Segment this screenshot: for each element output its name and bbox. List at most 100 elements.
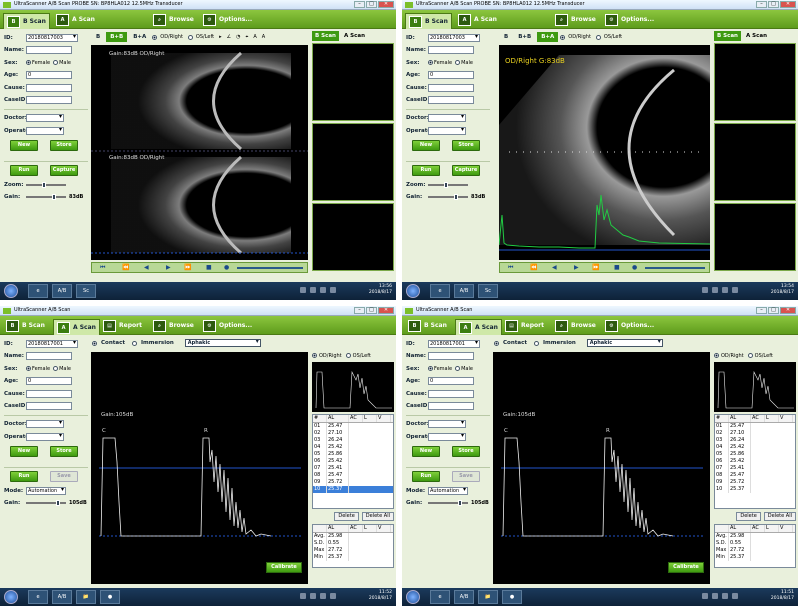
table-row[interactable]: 05 25.86 <box>313 451 393 458</box>
caseid-field[interactable] <box>428 402 474 410</box>
delete-all-button[interactable]: Delete All <box>361 512 394 521</box>
male-radio[interactable] <box>53 60 59 65</box>
view-tab-b[interactable]: B <box>92 32 104 42</box>
tab-options[interactable]: ⚙ Options... <box>200 12 255 27</box>
new-button[interactable]: New <box>10 446 38 457</box>
table-row[interactable]: 06 25.42 <box>313 458 393 465</box>
operator-select[interactable] <box>428 126 466 135</box>
view-tab-b-plus-a[interactable]: B+A <box>537 32 559 42</box>
capture-button[interactable]: Capture <box>452 165 480 176</box>
tab-a-scan[interactable]: AA Scan <box>53 12 98 27</box>
zoom-slider[interactable] <box>26 181 66 188</box>
cause-field[interactable] <box>428 83 474 92</box>
table-row[interactable]: 04 25.42 <box>715 444 795 451</box>
cause-field[interactable] <box>428 389 474 398</box>
age-field[interactable]: 0 <box>26 377 72 385</box>
tray-icon[interactable] <box>702 287 708 293</box>
close-button[interactable]: ✕ <box>378 307 394 314</box>
female-radio[interactable] <box>428 60 433 65</box>
table-row[interactable]: 09 25.72 <box>313 479 393 486</box>
taskbar-ab-scan[interactable]: A/B <box>454 590 474 604</box>
tray-icon[interactable] <box>722 593 728 599</box>
table-row[interactable]: 08 25.47 <box>715 472 795 479</box>
calibrate-button[interactable]: Calibrate <box>668 562 704 573</box>
delete-button[interactable]: Delete <box>736 512 761 521</box>
close-button[interactable]: ✕ <box>780 1 796 8</box>
taskbar-ie[interactable]: e <box>28 284 48 298</box>
maximize-button[interactable]: □ <box>768 307 779 314</box>
lens-select[interactable]: Aphakic <box>586 339 663 347</box>
os-radio[interactable] <box>595 34 601 40</box>
id-select[interactable]: 20180817003 <box>428 33 480 42</box>
ascan-waveform[interactable]: Gain:105dB C R <box>493 352 710 584</box>
tray-icon[interactable] <box>300 287 306 293</box>
male-radio[interactable] <box>455 60 461 65</box>
cause-field[interactable] <box>26 389 72 398</box>
name-field[interactable] <box>26 46 72 54</box>
minimize-button[interactable]: – <box>354 307 365 314</box>
tab-options[interactable]: ⚙ Options... <box>602 318 657 333</box>
record-icon[interactable]: ● <box>632 264 637 272</box>
caseid-field[interactable] <box>428 96 474 104</box>
play-icon[interactable]: ▶ <box>574 264 579 272</box>
table-row[interactable]: 01 25.47 <box>715 423 795 430</box>
operator-select[interactable] <box>428 432 466 441</box>
doctor-select[interactable] <box>428 420 466 428</box>
start-button[interactable] <box>4 590 18 604</box>
male-radio[interactable] <box>53 366 59 371</box>
immersion-radio[interactable] <box>131 340 137 346</box>
gain-slider[interactable] <box>26 194 66 200</box>
tab-b-scan[interactable]: BB Scan <box>3 318 48 333</box>
thumbnail-2[interactable] <box>714 123 796 201</box>
tab-b-scan[interactable]: BB Scan <box>3 13 50 29</box>
table-row[interactable]: 10 25.37 <box>715 486 795 493</box>
age-field[interactable]: 0 <box>26 71 72 79</box>
tray-icon[interactable] <box>732 593 738 599</box>
tab-options[interactable]: ⚙ Options... <box>200 318 255 333</box>
immersion-radio[interactable] <box>533 340 539 346</box>
tray-icon[interactable] <box>320 593 326 599</box>
name-field[interactable] <box>26 352 72 360</box>
tab-options[interactable]: ⚙ Options... <box>602 12 657 27</box>
play-icon[interactable]: ▶ <box>166 264 171 272</box>
male-radio[interactable] <box>455 366 461 371</box>
thumbnail-3[interactable] <box>312 203 394 271</box>
ascan-thumbnail[interactable] <box>312 362 394 412</box>
taskbar-app-3[interactable]: Sc <box>76 284 96 298</box>
id-select[interactable]: 20180817001 <box>26 339 78 348</box>
first-frame-icon[interactable]: ⏮ <box>508 264 513 272</box>
bscan-ba-image[interactable]: OD/Right G:83dB <box>498 45 711 260</box>
tab-a-scan[interactable]: AA Scan <box>455 12 500 27</box>
step-back-icon[interactable]: ◀ <box>144 264 149 272</box>
tray-icon[interactable] <box>330 593 336 599</box>
clock[interactable]: 11:51 2018/8/17 <box>771 590 794 602</box>
area-tool-icon[interactable]: ◔ <box>236 34 240 40</box>
tray-icon[interactable] <box>712 593 718 599</box>
right-tab-a-scan[interactable]: A Scan <box>341 31 368 41</box>
capture-button[interactable]: Capture <box>50 165 78 176</box>
contact-radio[interactable] <box>92 340 97 346</box>
tab-browse[interactable]: ⌕ Browse <box>150 318 197 333</box>
timeline-slider[interactable] <box>645 267 705 269</box>
delete-all-button[interactable]: Delete All <box>763 512 796 521</box>
tray-icon[interactable] <box>310 593 316 599</box>
cause-field[interactable] <box>26 83 72 92</box>
run-button[interactable]: Run <box>412 471 440 482</box>
taskbar-ie[interactable]: e <box>430 284 450 298</box>
female-radio[interactable] <box>26 60 31 65</box>
id-select[interactable]: 20180817001 <box>428 339 480 348</box>
stop-icon[interactable]: ■ <box>614 264 620 272</box>
tray-icon[interactable] <box>330 287 336 293</box>
tab-report[interactable]: ▤ Report <box>100 318 145 333</box>
save-button[interactable]: Save <box>50 471 78 482</box>
right-tab-b-scan[interactable]: B Scan <box>714 31 741 41</box>
tray-icon[interactable] <box>310 287 316 293</box>
female-radio[interactable] <box>428 366 433 371</box>
table-row[interactable]: 03 26.24 <box>313 437 393 444</box>
taskbar-ie[interactable]: e <box>28 590 48 604</box>
operator-select[interactable] <box>26 432 64 441</box>
name-field[interactable] <box>428 46 474 54</box>
store-button[interactable]: Store <box>452 140 480 151</box>
contact-radio[interactable] <box>494 340 499 346</box>
taskbar-app-4[interactable]: ● <box>100 590 120 604</box>
